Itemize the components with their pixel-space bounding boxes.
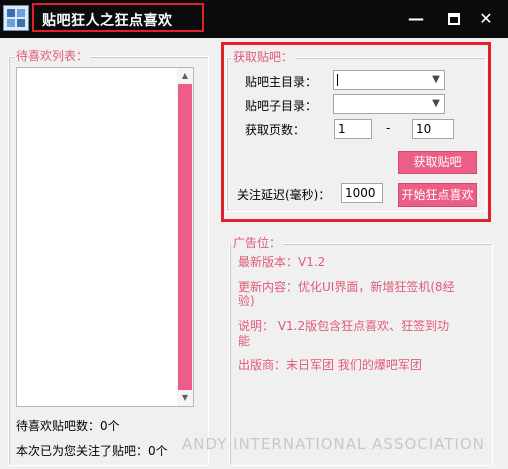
maximize-icon[interactable]: [444, 9, 464, 29]
list-scrollbar[interactable]: ▲ ▼: [177, 68, 193, 406]
close-icon[interactable]: ✕: [476, 9, 496, 29]
ad-group: [229, 243, 493, 466]
pending-count-text: 待喜欢贴吧数：0个: [16, 419, 120, 433]
app-icon[interactable]: [3, 5, 29, 31]
title-bar: 贴吧狂人之狂点喜欢 — ✕: [0, 0, 508, 38]
fetch-highlight-box: [221, 42, 491, 222]
ad-line-update-cont: 验): [238, 294, 255, 308]
scroll-up-icon[interactable]: ▲: [177, 68, 193, 84]
pending-list[interactable]: ▲ ▼: [16, 67, 194, 407]
followed-count-text: 本次已为您关注了贴吧：0个: [16, 444, 168, 458]
pending-list-title: 待喜欢列表：: [14, 49, 91, 63]
ad-line-update: 更新内容：优化UI界面，新增狂签机(8经: [238, 280, 455, 294]
ad-line-publisher: 出版商：末日军团 我们的爆吧军团: [238, 358, 422, 372]
scroll-thumb[interactable]: [178, 84, 192, 390]
ad-group-title: 广告位：: [231, 236, 284, 250]
scroll-down-icon[interactable]: ▼: [177, 390, 193, 406]
title-highlight-box: [32, 3, 204, 32]
watermark: ANDY INTERNATIONAL ASSOCIATION: [182, 435, 485, 453]
ad-line-desc-cont: 能: [238, 334, 251, 348]
ad-line-desc: 说明： V1.2版包含狂点喜欢、狂签到功: [238, 319, 450, 333]
minimize-icon[interactable]: —: [406, 9, 426, 29]
ad-line-version: 最新版本：V1.2: [238, 255, 326, 269]
